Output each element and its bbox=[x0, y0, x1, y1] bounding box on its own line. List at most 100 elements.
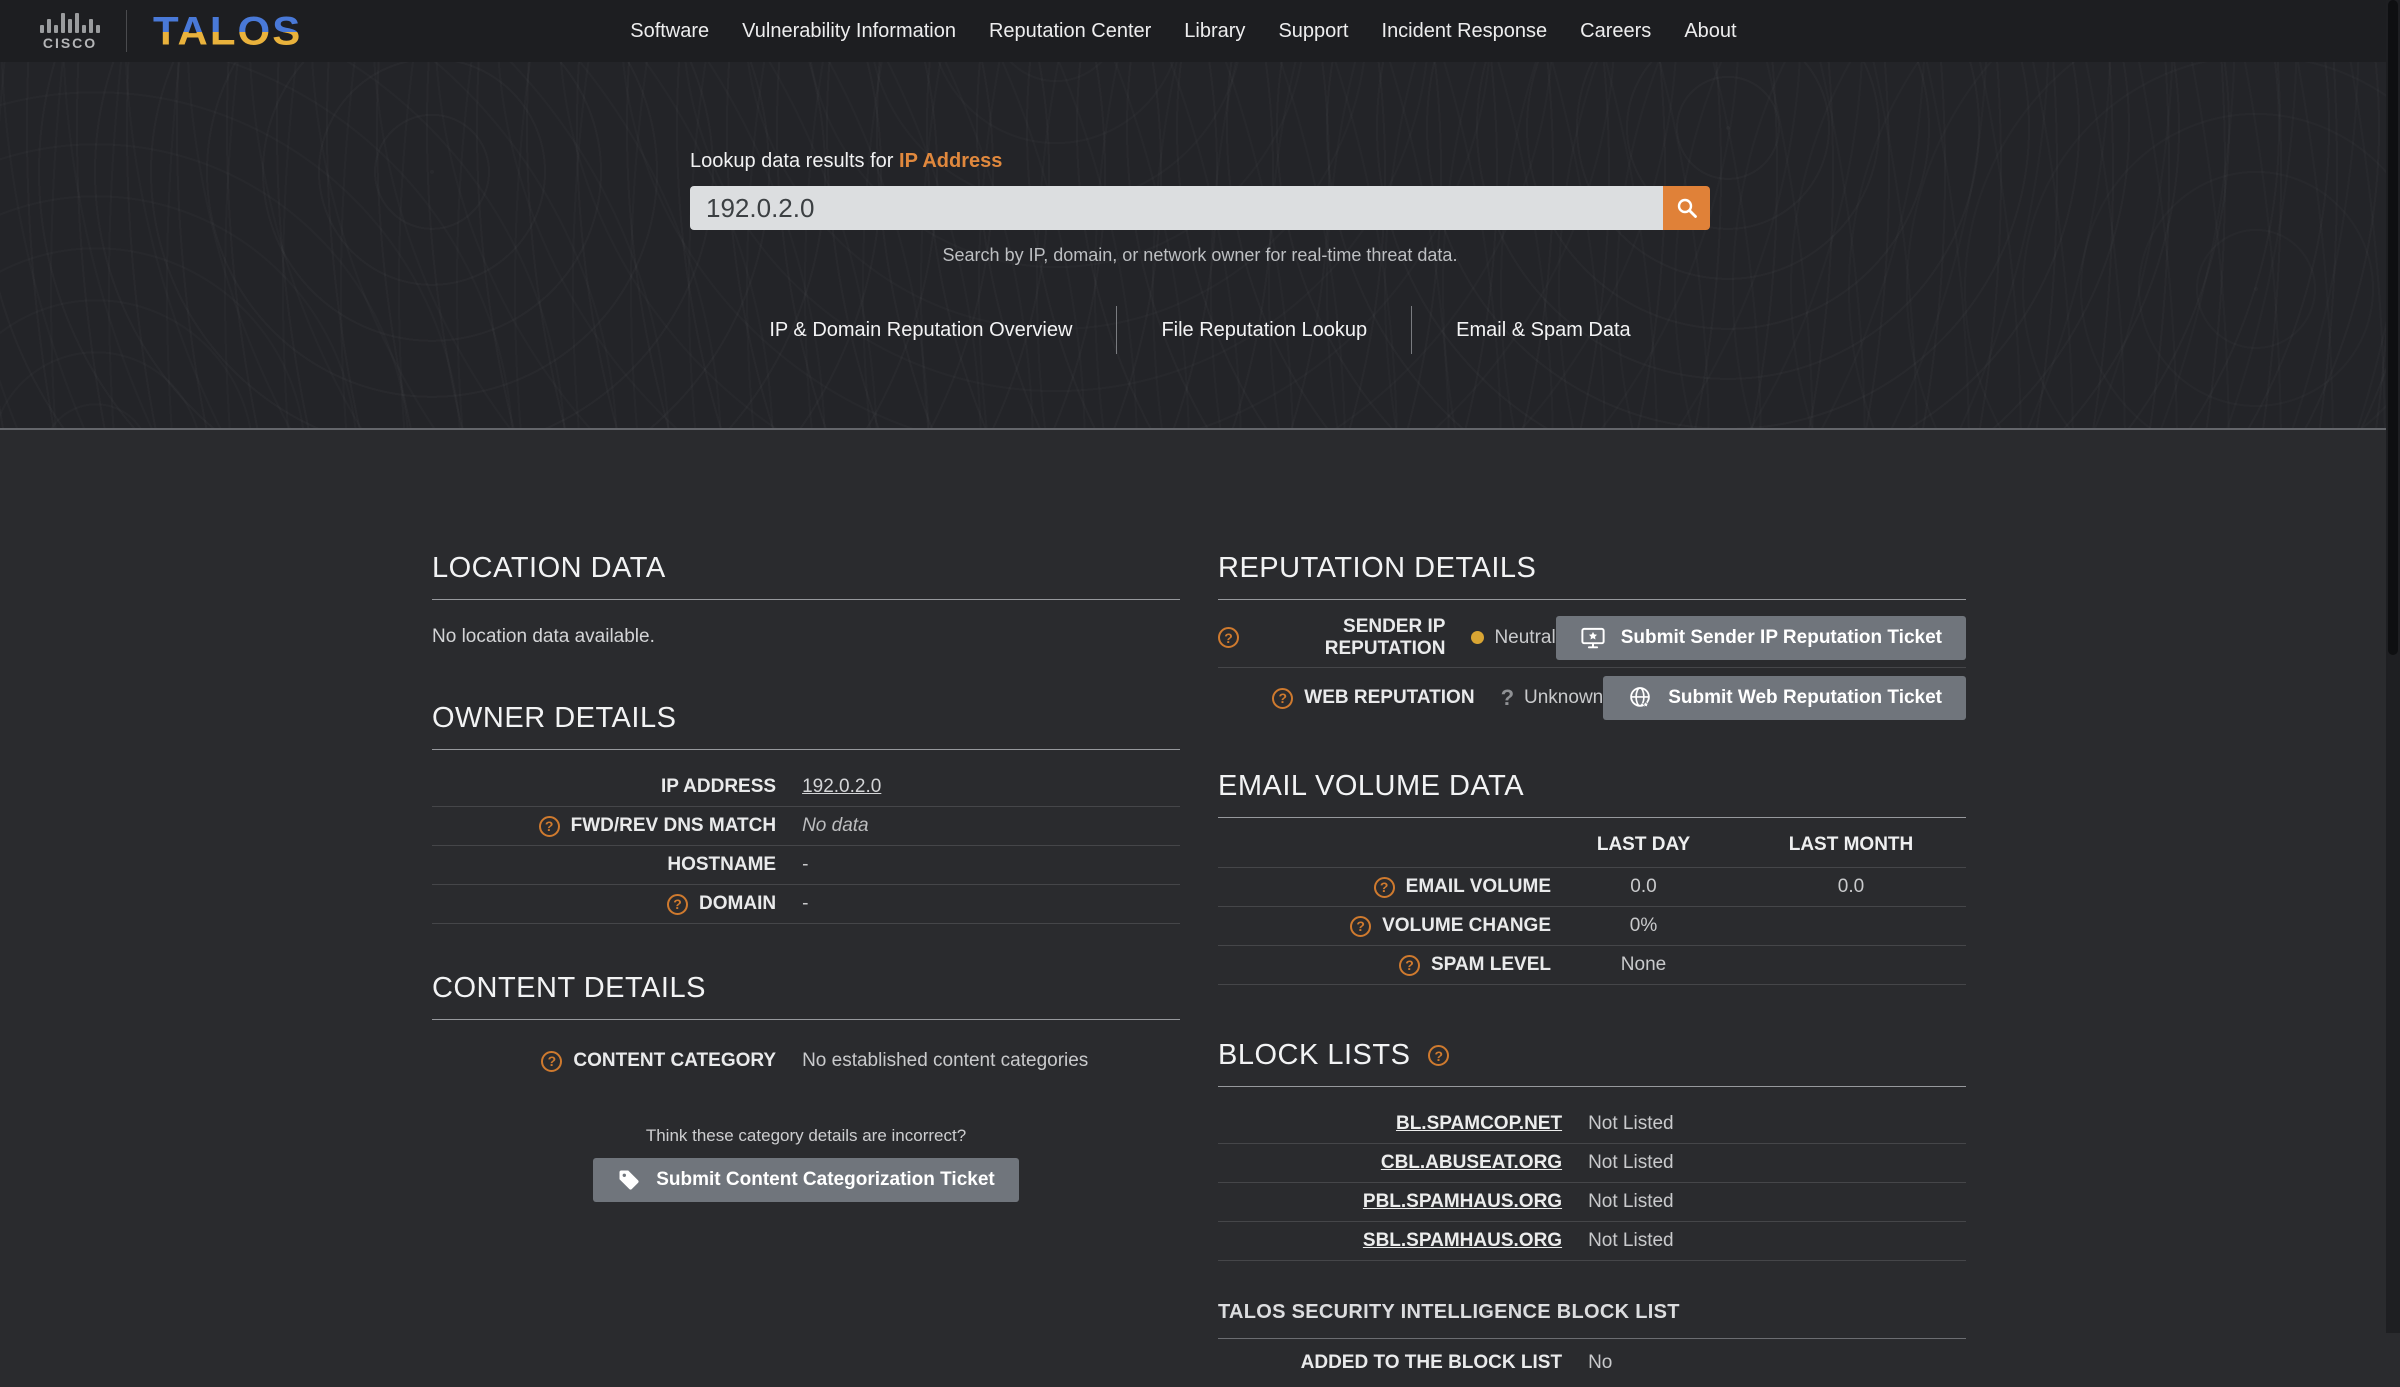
unknown-status-icon: ? bbox=[1500, 685, 1515, 710]
sender-ip-reputation-label: SENDER IP REPUTATION bbox=[1324, 615, 1446, 659]
table-row: ? SPAM LEVEL None bbox=[1218, 946, 1966, 985]
table-row: ? EMAIL VOLUME 0.0 0.0 bbox=[1218, 868, 1966, 907]
nav-item-incident-response[interactable]: Incident Response bbox=[1382, 20, 1548, 43]
nav-menu: Software Vulnerability Information Reput… bbox=[630, 0, 1736, 62]
right-column: REPUTATION DETAILS ? SENDER IP REPUTATIO… bbox=[1218, 552, 1966, 1387]
sbl-spamhaus-link[interactable]: SBL.SPAMHAUS.ORG bbox=[1363, 1230, 1562, 1252]
table-row: HOSTNAME - bbox=[432, 846, 1180, 885]
table-row: SBL.SPAMHAUS.ORG Not Listed bbox=[1218, 1222, 1966, 1261]
table-row: ? VOLUME CHANGE 0% bbox=[1218, 907, 1966, 946]
domain-label: DOMAIN bbox=[699, 893, 777, 914]
added-to-block-list-value: No bbox=[1588, 1352, 1613, 1373]
brand-divider bbox=[126, 10, 127, 52]
result-tabs: IP & Domain Reputation Overview File Rep… bbox=[0, 306, 2400, 354]
button-label: Submit Content Categorization Ticket bbox=[656, 1169, 995, 1190]
search-label-type: IP Address bbox=[899, 150, 1003, 172]
submit-sender-ip-reputation-ticket-button[interactable]: Submit Sender IP Reputation Ticket bbox=[1555, 615, 1966, 660]
email-volume-table: LAST DAY LAST MONTH ? EMAIL VOLUME 0.0 0… bbox=[1218, 822, 1966, 985]
button-label: Submit Web Reputation Ticket bbox=[1668, 687, 1942, 708]
button-label: Submit Sender IP Reputation Ticket bbox=[1620, 626, 1942, 648]
category-incorrect-prompt: Think these category details are incorre… bbox=[645, 1126, 967, 1145]
cbl-abuseat-status: Not Listed bbox=[1588, 1152, 1674, 1173]
search-button[interactable] bbox=[1663, 186, 1710, 230]
block-lists-section: BLOCK LISTS ? BL.SPAMCOP.NET Not Listed … bbox=[1218, 1039, 1966, 1261]
nav-item-careers[interactable]: Careers bbox=[1580, 20, 1651, 43]
table-row: ? FWD/REV DNS MATCH No data bbox=[432, 807, 1180, 846]
content-category-value: No established content categories bbox=[802, 1050, 1089, 1071]
table-header-row: LAST DAY LAST MONTH bbox=[1218, 822, 1966, 868]
submit-content-categorization-ticket-button[interactable]: Submit Content Categorization Ticket bbox=[593, 1158, 1019, 1202]
email-volume-last-month: 0.0 bbox=[1837, 876, 1865, 897]
domain-value: - bbox=[802, 893, 809, 914]
help-icon[interactable]: ? bbox=[1350, 915, 1372, 937]
last-month-column-header: LAST MONTH bbox=[1788, 833, 1914, 855]
tab-ip-domain-reputation-overview[interactable]: IP & Domain Reputation Overview bbox=[725, 306, 1116, 354]
bl-spamcop-link[interactable]: BL.SPAMCOP.NET bbox=[1396, 1113, 1562, 1135]
hostname-value: - bbox=[802, 854, 809, 875]
block-lists-table: BL.SPAMCOP.NET Not Listed CBL.ABUSEAT.OR… bbox=[1218, 1105, 1966, 1261]
nav-item-library[interactable]: Library bbox=[1184, 20, 1245, 43]
ip-address-link[interactable]: 192.0.2.0 bbox=[802, 776, 881, 797]
scrollbar-thumb[interactable] bbox=[2388, 0, 2398, 655]
search-hint: Search by IP, domain, or network owner f… bbox=[942, 245, 1458, 265]
search-row bbox=[690, 186, 1710, 230]
table-row: ? CONTENT CATEGORY No established conten… bbox=[432, 1038, 1180, 1084]
nav-item-software[interactable]: Software bbox=[630, 20, 709, 43]
volume-change-label: VOLUME CHANGE bbox=[1382, 915, 1551, 936]
ip-address-label: IP ADDRESS bbox=[660, 776, 777, 797]
sender-ip-reputation-status: Neutral bbox=[1494, 626, 1556, 648]
cisco-wordmark: CISCO bbox=[42, 35, 98, 51]
sbl-spamhaus-status: Not Listed bbox=[1588, 1230, 1674, 1251]
pbl-spamhaus-link[interactable]: PBL.SPAMHAUS.ORG bbox=[1363, 1191, 1562, 1213]
help-icon[interactable]: ? bbox=[1218, 627, 1239, 648]
nav-item-about[interactable]: About bbox=[1684, 20, 1736, 43]
talos-logo: TALOS bbox=[153, 8, 303, 53]
hostname-label: HOSTNAME bbox=[667, 854, 777, 875]
content-details-title: CONTENT DETAILS bbox=[432, 972, 1180, 1020]
web-reputation-status: Unknown bbox=[1524, 687, 1604, 708]
scrollbar[interactable] bbox=[2386, 0, 2400, 1333]
globe-star-icon bbox=[1627, 685, 1653, 711]
table-row: ? SENDER IP REPUTATION Neutral Submit Se… bbox=[1218, 608, 1966, 668]
search-area: Lookup data results for IP Address Searc… bbox=[690, 150, 1710, 266]
table-row: ? DOMAIN - bbox=[432, 885, 1180, 924]
content-details-table: ? CONTENT CATEGORY No established conten… bbox=[432, 1038, 1180, 1084]
nav-item-vulnerability-information[interactable]: Vulnerability Information bbox=[742, 20, 956, 43]
left-column: LOCATION DATA No location data available… bbox=[432, 552, 1180, 1387]
tab-file-reputation-lookup[interactable]: File Reputation Lookup bbox=[1117, 306, 1411, 354]
help-icon[interactable]: ? bbox=[541, 1050, 563, 1072]
email-volume-title: EMAIL VOLUME DATA bbox=[1218, 770, 1966, 818]
table-row: PBL.SPAMHAUS.ORG Not Listed bbox=[1218, 1183, 1966, 1222]
cbl-abuseat-link[interactable]: CBL.ABUSEAT.ORG bbox=[1381, 1152, 1562, 1174]
brand[interactable]: CISCO TALOS bbox=[40, 10, 302, 52]
submit-web-reputation-ticket-button[interactable]: Submit Web Reputation Ticket bbox=[1603, 676, 1966, 720]
table-row: IP ADDRESS 192.0.2.0 bbox=[432, 768, 1180, 807]
talos-block-list-section: TALOS SECURITY INTELLIGENCE BLOCK LIST A… bbox=[1218, 1301, 1966, 1387]
search-input[interactable] bbox=[690, 186, 1663, 230]
owner-details-section: OWNER DETAILS IP ADDRESS 192.0.2.0 ? FWD… bbox=[432, 702, 1180, 924]
search-label: Lookup data results for IP Address bbox=[690, 150, 1710, 173]
content-category-label: CONTENT CATEGORY bbox=[573, 1050, 777, 1071]
help-icon[interactable]: ? bbox=[1272, 687, 1294, 709]
talos-block-list-table: ADDED TO THE BLOCK LIST No bbox=[1218, 1339, 1966, 1387]
table-row: BL.SPAMCOP.NET Not Listed bbox=[1218, 1105, 1966, 1144]
help-icon[interactable]: ? bbox=[1428, 1045, 1450, 1066]
help-icon[interactable]: ? bbox=[667, 893, 689, 915]
cisco-logo: CISCO bbox=[40, 11, 100, 51]
help-icon[interactable]: ? bbox=[1399, 954, 1420, 976]
spam-level-label: SPAM LEVEL bbox=[1431, 954, 1551, 975]
nav-item-support[interactable]: Support bbox=[1278, 20, 1348, 43]
email-volume-section: EMAIL VOLUME DATA LAST DAY LAST MONTH ? … bbox=[1218, 770, 1966, 985]
nav-item-reputation-center[interactable]: Reputation Center bbox=[989, 20, 1151, 43]
bl-spamcop-status: Not Listed bbox=[1588, 1113, 1674, 1134]
reputation-details-title: REPUTATION DETAILS bbox=[1218, 552, 1966, 600]
table-row: ADDED TO THE BLOCK LIST No bbox=[1218, 1339, 1966, 1387]
help-icon[interactable]: ? bbox=[538, 815, 560, 837]
talos-block-list-title: TALOS SECURITY INTELLIGENCE BLOCK LIST bbox=[1218, 1301, 1966, 1339]
reputation-table: ? SENDER IP REPUTATION Neutral Submit Se… bbox=[1218, 608, 1966, 728]
tab-email-spam-data[interactable]: Email & Spam Data bbox=[1412, 306, 1675, 354]
location-data-title: LOCATION DATA bbox=[432, 552, 1180, 600]
help-icon[interactable]: ? bbox=[1373, 876, 1395, 898]
reputation-details-section: REPUTATION DETAILS ? SENDER IP REPUTATIO… bbox=[1218, 552, 1966, 728]
web-reputation-label: WEB REPUTATION bbox=[1304, 687, 1475, 708]
